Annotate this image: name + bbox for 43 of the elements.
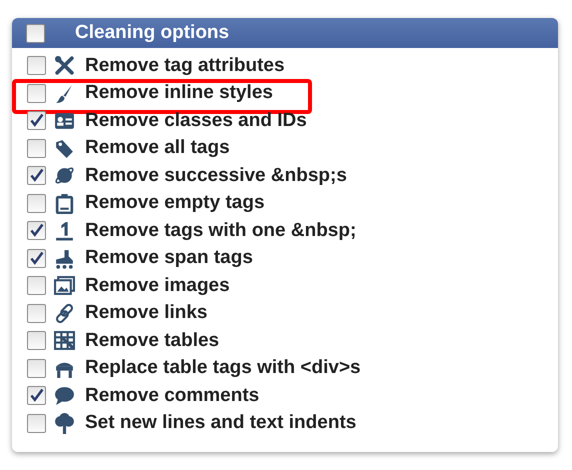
- option-label: Remove comments: [85, 384, 260, 407]
- planet-icon: [54, 165, 75, 186]
- option-label: Remove tags with one &nbsp;: [85, 220, 356, 242]
- skate-icon: [54, 248, 75, 269]
- option-checkbox[interactable]: [27, 276, 46, 296]
- tree-icon: [54, 412, 75, 434]
- option-label: Replace table tags with <div>s: [85, 357, 361, 380]
- option-checkbox[interactable]: [27, 194, 46, 213]
- option-label: Remove tables: [85, 330, 220, 352]
- option-checkbox[interactable]: [27, 331, 46, 350]
- option-label: Remove empty tags: [85, 192, 265, 214]
- option-checkbox[interactable]: [27, 56, 46, 76]
- tools-icon: [54, 55, 75, 76]
- option-label: Remove tag attributes: [85, 54, 285, 77]
- option-checkbox[interactable]: [27, 386, 46, 406]
- option-label: Remove inline styles: [85, 82, 273, 104]
- clipboard-icon: [54, 192, 75, 214]
- option-label: Remove successive &nbsp;s: [85, 164, 347, 187]
- select-all-checkbox[interactable]: [26, 24, 45, 42]
- option-checkbox[interactable]: [27, 304, 46, 323]
- option-checkbox[interactable]: [27, 166, 46, 186]
- option-checkbox[interactable]: [27, 248, 46, 268]
- panel-title: Cleaning options: [75, 22, 230, 44]
- option-label: Remove links: [85, 302, 208, 324]
- link-icon: [54, 302, 75, 324]
- option-checkbox[interactable]: [27, 358, 46, 378]
- option-checkbox[interactable]: [27, 84, 46, 103]
- option-label: Remove classes and IDs: [85, 110, 307, 132]
- option-checkbox[interactable]: [27, 111, 46, 130]
- option-label: Remove span tags: [85, 247, 253, 270]
- option-label: Remove all tags: [85, 137, 230, 160]
- option-checkbox[interactable]: [27, 138, 46, 158]
- brush-icon: [54, 82, 75, 104]
- tag-icon: [54, 138, 75, 159]
- comment-icon: [54, 385, 75, 406]
- image-icon: [54, 275, 75, 296]
- number-one-icon: [54, 220, 75, 242]
- table-icon: [54, 330, 75, 352]
- option-checkbox[interactable]: [27, 221, 46, 240]
- option-label: Set new lines and text indents: [85, 412, 356, 434]
- option-label: Remove images: [85, 274, 230, 297]
- id-card-icon: [54, 110, 75, 132]
- option-checkbox[interactable]: [27, 414, 46, 433]
